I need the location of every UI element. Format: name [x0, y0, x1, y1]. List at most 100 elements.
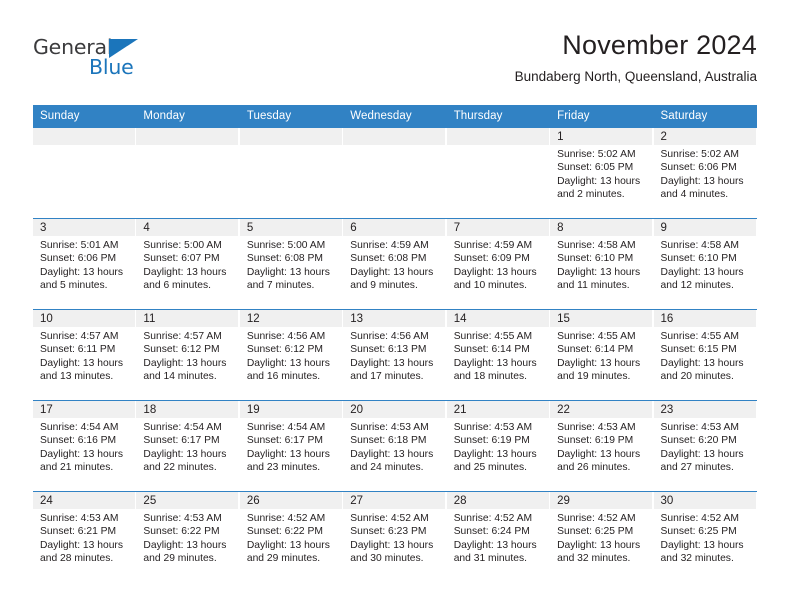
calendar-week-row: 10 Sunrise: 4:57 AM Sunset: 6:11 PM Dayligh… [33, 309, 757, 401]
daylight-text: Daylight: 13 hours and 22 minutes. [143, 448, 227, 474]
daylight-text: Daylight: 13 hours and 12 minutes. [660, 266, 744, 292]
sunset-text: Sunset: 6:17 PM [143, 435, 220, 447]
day-cell-details: Sunrise: 4:52 AM Sunset: 6:24 PM Daylight:… [447, 509, 550, 566]
page-title: November 2024 [562, 30, 757, 60]
day-cell-inner: 23 Sunrise: 4:53 AM Sunset: 6:20 PM Dayligh… [653, 401, 757, 491]
day-cell-details: Sunrise: 5:02 AM Sunset: 6:05 PM Daylight:… [550, 145, 653, 202]
day-cell-details: Sunrise: 4:56 AM Sunset: 6:13 PM Daylight:… [343, 327, 446, 384]
day-cell-inner: 21 Sunrise: 4:53 AM Sunset: 6:19 PM Dayligh… [446, 401, 550, 491]
calendar-day-cell[interactable]: 4 Sunrise: 5:00 AM Sunset: 6:07 PM Daylight… [136, 218, 240, 310]
daylight-text: Daylight: 13 hours and 26 minutes. [557, 448, 641, 474]
day-cell-inner: 8 Sunrise: 4:58 AM Sunset: 6:10 PM Daylight… [550, 219, 653, 309]
calendar-day-cell[interactable]: 24 Sunrise: 4:53 AM Sunset: 6:21 PM Dayligh… [33, 491, 137, 582]
calendar-day-cell[interactable]: 23 Sunrise: 4:53 AM Sunset: 6:20 PM Dayligh… [653, 400, 757, 492]
day-number: 18 [136, 401, 239, 418]
day-cell-inner: 13 Sunrise: 4:56 AM Sunset: 6:13 PM Dayligh… [343, 310, 446, 400]
calendar-day-cell[interactable]: 11 Sunrise: 4:57 AM Sunset: 6:12 PM Dayligh… [136, 309, 240, 401]
calendar-day-cell[interactable]: 15 Sunrise: 4:55 AM Sunset: 6:14 PM Dayligh… [550, 309, 654, 401]
calendar-day-cell[interactable]: 27 Sunrise: 4:52 AM Sunset: 6:23 PM Dayligh… [343, 491, 447, 582]
generalblue-logo[interactable]: General Blue [33, 36, 163, 82]
day-cell-inner: 30 Sunrise: 4:52 AM Sunset: 6:25 PM Dayligh… [653, 492, 757, 582]
daylight-text: Daylight: 13 hours and 18 minutes. [453, 357, 537, 383]
day-number: 26 [239, 492, 342, 509]
calendar-day-cell[interactable]: 3 Sunrise: 5:01 AM Sunset: 6:06 PM Daylight… [33, 218, 137, 310]
sunset-text: Sunset: 6:13 PM [350, 344, 427, 356]
sunrise-text: Sunrise: 4:55 AM [453, 331, 533, 342]
calendar-day-cell[interactable]: 19 Sunrise: 4:54 AM Sunset: 6:17 PM Dayligh… [239, 400, 344, 492]
day-cell-inner: 25 Sunrise: 4:53 AM Sunset: 6:22 PM Dayligh… [136, 492, 239, 582]
day-number: 11 [136, 310, 239, 327]
calendar-day-cell[interactable]: 9 Sunrise: 4:58 AM Sunset: 6:10 PM Daylight… [653, 218, 757, 310]
calendar-day-cell[interactable]: 17 Sunrise: 4:54 AM Sunset: 6:16 PM Dayligh… [33, 400, 137, 492]
daylight-text: Daylight: 13 hours and 5 minutes. [40, 266, 123, 292]
calendar-day-cell[interactable]: 6 Sunrise: 4:59 AM Sunset: 6:08 PM Daylight… [343, 218, 447, 310]
day-cell-details: Sunrise: 4:53 AM Sunset: 6:19 PM Daylight:… [550, 418, 653, 475]
sunset-text: Sunset: 6:17 PM [246, 435, 323, 447]
day-cell-inner: 29 Sunrise: 4:52 AM Sunset: 6:25 PM Dayligh… [550, 492, 653, 582]
sunset-text: Sunset: 6:14 PM [453, 344, 530, 356]
calendar-day-cell[interactable]: 2 Sunrise: 5:02 AM Sunset: 6:06 PM Daylight… [653, 128, 757, 219]
day-number: 6 [343, 219, 446, 236]
day-cell-details: Sunrise: 4:52 AM Sunset: 6:22 PM Daylight:… [240, 509, 343, 566]
calendar-day-cell[interactable]: 8 Sunrise: 4:58 AM Sunset: 6:10 PM Daylight… [550, 218, 654, 310]
day-number: 27 [343, 492, 446, 509]
calendar-week-row: 3 Sunrise: 5:01 AM Sunset: 6:06 PM Daylight… [33, 218, 757, 310]
daylight-text: Daylight: 13 hours and 31 minutes. [453, 539, 537, 565]
day-cell-details: Sunrise: 4:59 AM Sunset: 6:08 PM Daylight:… [343, 236, 446, 293]
calendar-day-cell[interactable]: 16 Sunrise: 4:55 AM Sunset: 6:15 PM Dayligh… [653, 309, 757, 401]
calendar-week-row: 1 Sunrise: 5:02 AM Sunset: 6:05 PM Daylight… [33, 128, 757, 219]
sunset-text: Sunset: 6:10 PM [660, 253, 737, 265]
day-cell-details: Sunrise: 4:58 AM Sunset: 6:10 PM Daylight:… [654, 236, 757, 293]
calendar-day-cell[interactable]: 29 Sunrise: 4:52 AM Sunset: 6:25 PM Dayligh… [550, 491, 654, 582]
day-cell-details: Sunrise: 4:53 AM Sunset: 6:18 PM Daylight:… [343, 418, 446, 475]
calendar-day-cell-empty [239, 128, 344, 219]
daylight-text: Daylight: 13 hours and 4 minutes. [660, 175, 744, 201]
daylight-text: Daylight: 13 hours and 16 minutes. [246, 357, 330, 383]
calendar-day-cell[interactable]: 14 Sunrise: 4:55 AM Sunset: 6:14 PM Dayligh… [446, 309, 551, 401]
calendar-day-cell[interactable]: 10 Sunrise: 4:57 AM Sunset: 6:11 PM Dayligh… [33, 309, 137, 401]
sunset-text: Sunset: 6:12 PM [143, 344, 220, 356]
calendar-day-cell[interactable]: 26 Sunrise: 4:52 AM Sunset: 6:22 PM Dayligh… [239, 491, 344, 582]
day-cell-details: Sunrise: 4:53 AM Sunset: 6:20 PM Daylight:… [654, 418, 757, 475]
daylight-text: Daylight: 13 hours and 20 minutes. [660, 357, 744, 383]
calendar-day-cell[interactable]: 12 Sunrise: 4:56 AM Sunset: 6:12 PM Dayligh… [239, 309, 344, 401]
day-cell-inner: 7 Sunrise: 4:59 AM Sunset: 6:09 PM Daylight… [446, 219, 550, 309]
sunrise-text: Sunrise: 4:52 AM [246, 513, 326, 524]
calendar-day-cell[interactable]: 7 Sunrise: 4:59 AM Sunset: 6:09 PM Daylight… [446, 218, 551, 310]
day-cell-details: Sunrise: 4:54 AM Sunset: 6:16 PM Daylight:… [33, 418, 136, 475]
day-cell-inner: 17 Sunrise: 4:54 AM Sunset: 6:16 PM Dayligh… [33, 401, 136, 491]
day-cell-details: Sunrise: 4:55 AM Sunset: 6:15 PM Daylight:… [654, 327, 757, 384]
calendar-day-cell[interactable]: 30 Sunrise: 4:52 AM Sunset: 6:25 PM Dayligh… [653, 491, 757, 582]
day-number: 14 [446, 310, 549, 327]
sunrise-text: Sunrise: 4:53 AM [660, 422, 739, 433]
calendar-day-cell[interactable]: 5 Sunrise: 5:00 AM Sunset: 6:08 PM Daylight… [239, 218, 344, 310]
sunrise-text: Sunrise: 4:53 AM [143, 513, 222, 524]
weekday-header-saturday: Saturday [653, 105, 757, 128]
calendar-day-cell[interactable]: 1 Sunrise: 5:02 AM Sunset: 6:05 PM Daylight… [550, 128, 654, 219]
calendar-day-cell[interactable]: 22 Sunrise: 4:53 AM Sunset: 6:19 PM Dayligh… [550, 400, 654, 492]
sunset-text: Sunset: 6:20 PM [660, 435, 737, 447]
day-number [136, 128, 239, 145]
sunset-text: Sunset: 6:10 PM [557, 253, 634, 265]
day-cell-details: Sunrise: 5:02 AM Sunset: 6:06 PM Daylight:… [654, 145, 757, 202]
day-number: 8 [550, 219, 653, 236]
sunrise-text: Sunrise: 4:54 AM [40, 422, 119, 433]
day-number: 10 [33, 310, 135, 327]
calendar-day-cell[interactable]: 25 Sunrise: 4:53 AM Sunset: 6:22 PM Dayligh… [136, 491, 240, 582]
calendar-day-cell[interactable]: 21 Sunrise: 4:53 AM Sunset: 6:19 PM Dayligh… [446, 400, 551, 492]
calendar-day-cell[interactable]: 20 Sunrise: 4:53 AM Sunset: 6:18 PM Dayligh… [343, 400, 447, 492]
day-number: 17 [33, 401, 135, 418]
calendar-day-cell[interactable]: 18 Sunrise: 4:54 AM Sunset: 6:17 PM Dayligh… [136, 400, 240, 492]
sunset-text: Sunset: 6:25 PM [660, 526, 737, 538]
sunrise-text: Sunrise: 4:57 AM [143, 331, 222, 342]
daylight-text: Daylight: 13 hours and 10 minutes. [453, 266, 537, 292]
calendar-day-cell[interactable]: 13 Sunrise: 4:56 AM Sunset: 6:13 PM Dayligh… [343, 309, 447, 401]
calendar-day-cell-empty [136, 128, 240, 219]
calendar-day-cell[interactable]: 28 Sunrise: 4:52 AM Sunset: 6:24 PM Dayligh… [446, 491, 551, 582]
calendar-day-cell-empty [343, 128, 447, 219]
sunrise-text: Sunrise: 4:56 AM [246, 331, 326, 342]
page-header: General Blue November 2024 Bundaberg Nor… [0, 0, 792, 104]
day-cell-inner: 15 Sunrise: 4:55 AM Sunset: 6:14 PM Dayligh… [550, 310, 653, 400]
day-number: 3 [33, 219, 135, 236]
day-number: 23 [653, 401, 756, 418]
